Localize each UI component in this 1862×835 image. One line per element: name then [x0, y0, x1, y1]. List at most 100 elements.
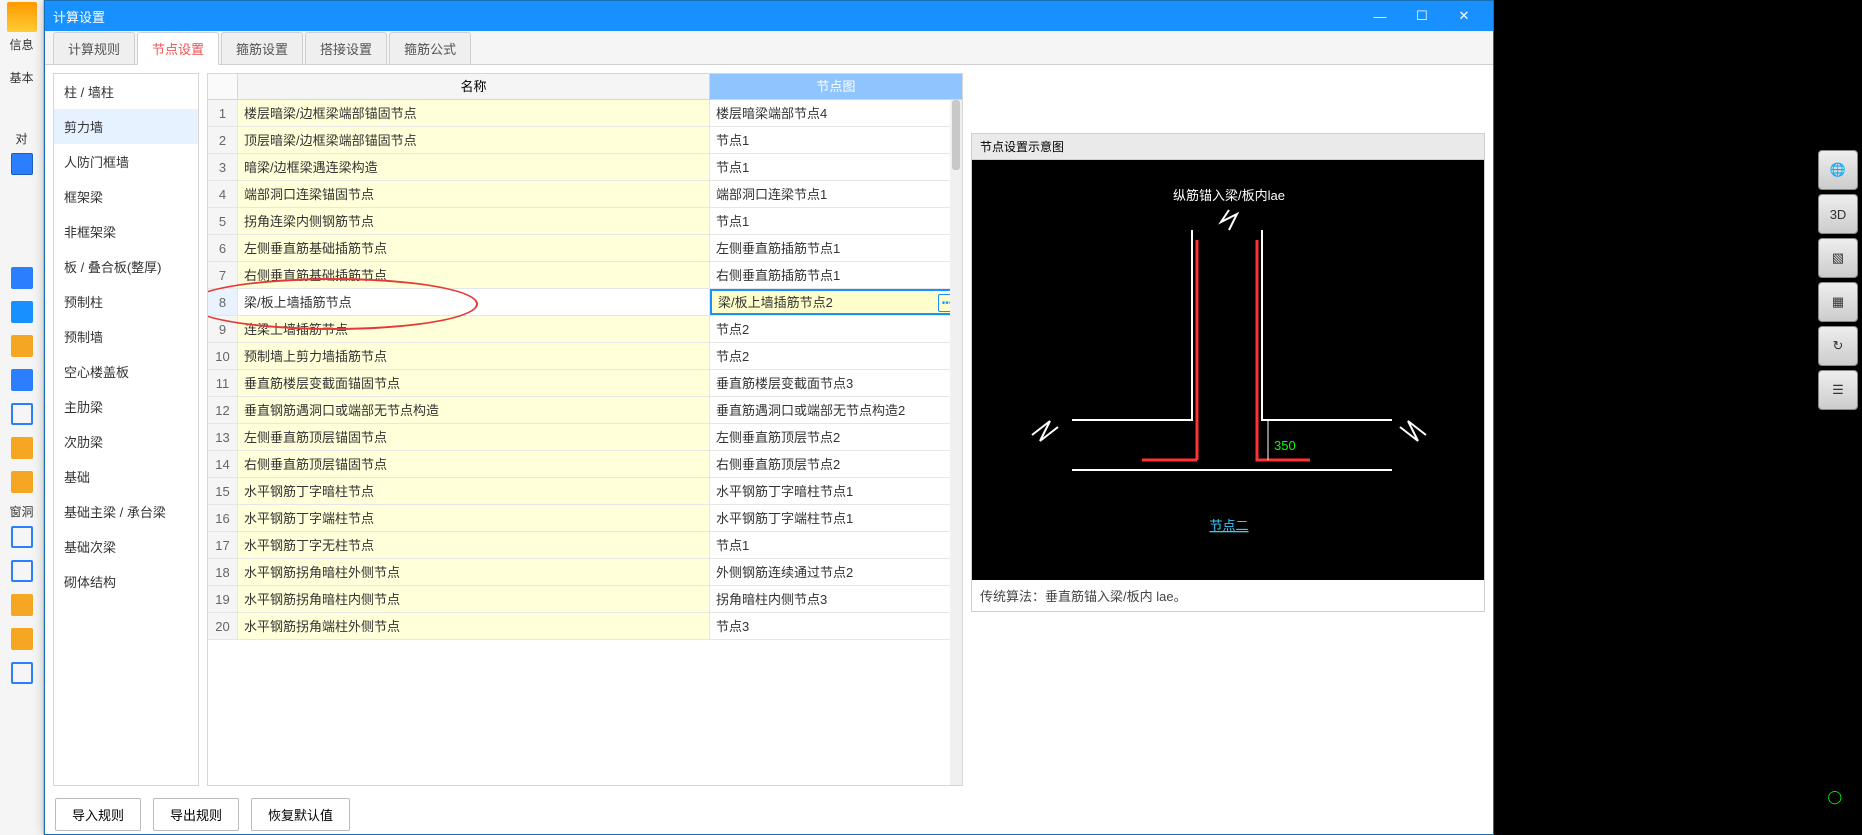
tab-node-settings[interactable]: 节点设置 [137, 32, 219, 65]
tool-icon[interactable] [11, 403, 33, 425]
table-row[interactable]: 17水平钢筋丁字无柱节点节点1 [208, 532, 962, 559]
row-node[interactable]: 楼层暗梁端部节点4 [710, 100, 962, 126]
preview-header: 节点设置示意图 [972, 134, 1484, 160]
table-row[interactable]: 10预制墙上剪力墙插筋节点节点2 [208, 343, 962, 370]
table-row[interactable]: 15水平钢筋丁字暗柱节点水平钢筋丁字暗柱节点1 [208, 478, 962, 505]
category-item[interactable]: 剪力墙 [54, 109, 198, 144]
minimize-button[interactable]: — [1359, 1, 1401, 31]
table-row[interactable]: 9连梁上墙插筋节点节点2 [208, 316, 962, 343]
row-name: 梁/板上墙插筋节点 [238, 289, 710, 315]
row-name: 暗梁/边框梁遇连梁构造 [238, 154, 710, 180]
category-item[interactable]: 人防门框墙 [54, 144, 198, 179]
nav-stack-icon[interactable]: ☰ [1818, 370, 1858, 410]
table-row[interactable]: 5拐角连梁内侧钢筋节点节点1 [208, 208, 962, 235]
category-item[interactable]: 基础次梁 [54, 529, 198, 564]
category-item[interactable]: 非框架梁 [54, 214, 198, 249]
table-row[interactable]: 3暗梁/边框梁遇连梁构造节点1 [208, 154, 962, 181]
tool-icon[interactable] [11, 153, 33, 175]
maximize-button[interactable]: ☐ [1401, 1, 1443, 31]
row-node[interactable]: 节点1 [710, 208, 962, 234]
restore-defaults-button[interactable]: 恢复默认值 [251, 798, 350, 831]
row-node[interactable]: 节点2 [710, 343, 962, 369]
export-rules-button[interactable]: 导出规则 [153, 798, 239, 831]
row-node[interactable]: 左侧垂直筋插筋节点1 [710, 235, 962, 261]
category-item[interactable]: 柱 / 墙柱 [54, 74, 198, 109]
svg-text:纵筋锚入梁/板内lae: 纵筋锚入梁/板内lae [1173, 188, 1285, 203]
category-item[interactable]: 框架梁 [54, 179, 198, 214]
row-node[interactable]: 节点3 [710, 613, 962, 639]
row-number: 2 [208, 127, 238, 153]
row-node[interactable]: 右侧垂直筋插筋节点1 [710, 262, 962, 288]
category-item[interactable]: 预制墙 [54, 319, 198, 354]
row-node[interactable]: 右侧垂直筋顶层节点2 [710, 451, 962, 477]
category-item[interactable]: 砌体结构 [54, 564, 198, 599]
row-node[interactable]: 节点2 [710, 316, 962, 342]
row-node[interactable]: 水平钢筋丁字暗柱节点1 [710, 478, 962, 504]
tool-icon[interactable] [11, 628, 33, 650]
tab-stirrup-settings[interactable]: 箍筋设置 [221, 32, 303, 64]
tool-icon[interactable] [11, 471, 33, 493]
tool-icon[interactable] [11, 560, 33, 582]
table-row[interactable]: 4端部洞口连梁锚固节点端部洞口连梁节点1 [208, 181, 962, 208]
category-item[interactable]: 空心楼盖板 [54, 354, 198, 389]
category-list[interactable]: 柱 / 墙柱剪力墙人防门框墙框架梁非框架梁板 / 叠合板(整厚)预制柱预制墙空心… [53, 73, 199, 786]
category-item[interactable]: 基础 [54, 459, 198, 494]
table-row[interactable]: 19水平钢筋拐角暗柱内侧节点拐角暗柱内侧节点3 [208, 586, 962, 613]
table-row[interactable]: 8梁/板上墙插筋节点梁/板上墙插筋节点2••• [208, 289, 962, 316]
tool-icon[interactable] [11, 301, 33, 323]
tool-icon[interactable] [11, 369, 33, 391]
nav-cube2-icon[interactable]: ▦ [1818, 282, 1858, 322]
table-row[interactable]: 6左侧垂直筋基础插筋节点左侧垂直筋插筋节点1 [208, 235, 962, 262]
table-row[interactable]: 11垂直筋楼层变截面锚固节点垂直筋楼层变截面节点3 [208, 370, 962, 397]
nav-refresh-icon[interactable]: ↻ [1818, 326, 1858, 366]
table-row[interactable]: 12垂直钢筋遇洞口或端部无节点构造垂直筋遇洞口或端部无节点构造2 [208, 397, 962, 424]
table-row[interactable]: 16水平钢筋丁字端柱节点水平钢筋丁字端柱节点1 [208, 505, 962, 532]
view-nav-toolbar: 🌐 3D ▧ ▦ ↻ ☰ [1814, 150, 1862, 410]
nav-cube1-icon[interactable]: ▧ [1818, 238, 1858, 278]
preview-note: 传统算法：垂直筋锚入梁/板内 lae。 [972, 580, 1484, 611]
table-row[interactable]: 1楼层暗梁/边框梁端部锚固节点楼层暗梁端部节点4 [208, 100, 962, 127]
row-node[interactable]: 外侧钢筋连续通过节点2 [710, 559, 962, 585]
row-name: 左侧垂直筋基础插筋节点 [238, 235, 710, 261]
category-item[interactable]: 预制柱 [54, 284, 198, 319]
category-item[interactable]: 次肋梁 [54, 424, 198, 459]
row-node[interactable]: 节点1 [710, 127, 962, 153]
tab-lap-settings[interactable]: 搭接设置 [305, 32, 387, 64]
tool-icon[interactable] [11, 594, 33, 616]
row-node[interactable]: 节点1 [710, 154, 962, 180]
table-row[interactable]: 14右侧垂直筋顶层锚固节点右侧垂直筋顶层节点2 [208, 451, 962, 478]
row-number: 9 [208, 316, 238, 342]
table-row[interactable]: 20水平钢筋拐角端柱外侧节点节点3 [208, 613, 962, 640]
row-node[interactable]: 垂直筋楼层变截面节点3 [710, 370, 962, 396]
row-node[interactable]: 垂直筋遇洞口或端部无节点构造2 [710, 397, 962, 423]
row-node[interactable]: 节点1 [710, 532, 962, 558]
row-node[interactable]: 端部洞口连梁节点1 [710, 181, 962, 207]
tab-stirrup-formula[interactable]: 箍筋公式 [389, 32, 471, 64]
row-name: 水平钢筋丁字暗柱节点 [238, 478, 710, 504]
tool-icon[interactable] [11, 526, 33, 548]
table-row[interactable]: 7右侧垂直筋基础插筋节点右侧垂直筋插筋节点1 [208, 262, 962, 289]
close-button[interactable]: ✕ [1443, 1, 1485, 31]
row-node[interactable]: 拐角暗柱内侧节点3 [710, 586, 962, 612]
table-row[interactable]: 18水平钢筋拐角暗柱外侧节点外侧钢筋连续通过节点2 [208, 559, 962, 586]
tool-icon[interactable] [11, 662, 33, 684]
tool-icon[interactable] [11, 267, 33, 289]
category-item[interactable]: 板 / 叠合板(整厚) [54, 249, 198, 284]
table-scrollbar[interactable] [950, 100, 962, 785]
nav-globe-icon[interactable]: 🌐 [1818, 150, 1858, 190]
category-item[interactable]: 基础主梁 / 承台梁 [54, 494, 198, 529]
tab-calc-rule[interactable]: 计算规则 [53, 32, 135, 64]
table-row[interactable]: 13左侧垂直筋顶层锚固节点左侧垂直筋顶层节点2 [208, 424, 962, 451]
row-node[interactable]: 左侧垂直筋顶层节点2 [710, 424, 962, 450]
category-item[interactable]: 主肋梁 [54, 389, 198, 424]
table-row[interactable]: 2顶层暗梁/边框梁端部锚固节点节点1 [208, 127, 962, 154]
tool-icon[interactable] [11, 437, 33, 459]
row-name: 左侧垂直筋顶层锚固节点 [238, 424, 710, 450]
tool-icon[interactable] [11, 335, 33, 357]
row-node[interactable]: 梁/板上墙插筋节点2••• [710, 289, 962, 315]
row-node[interactable]: 水平钢筋丁字端柱节点1 [710, 505, 962, 531]
col-node: 节点图 [710, 74, 962, 99]
row-number: 11 [208, 370, 238, 396]
import-rules-button[interactable]: 导入规则 [55, 798, 141, 831]
nav-3d-icon[interactable]: 3D [1818, 194, 1858, 234]
